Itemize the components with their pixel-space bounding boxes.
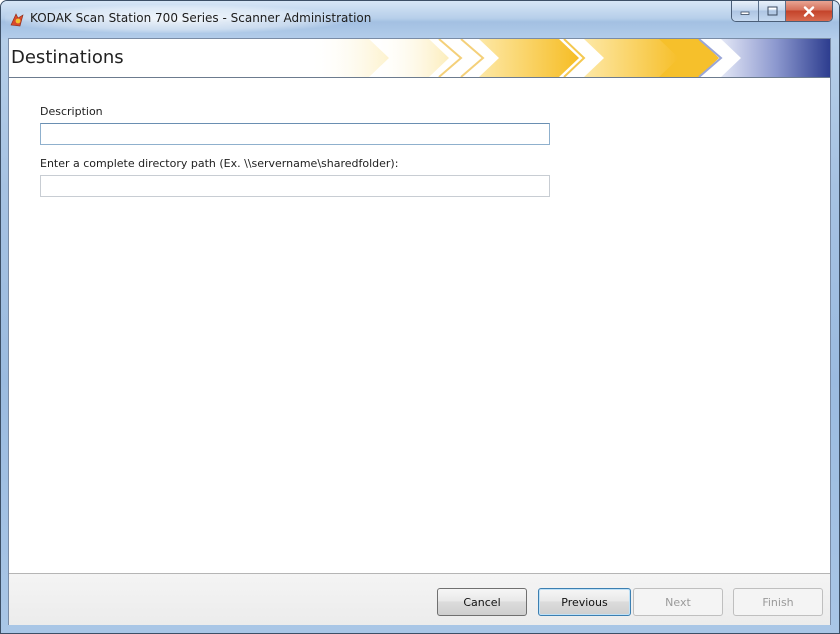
minimize-icon xyxy=(740,11,750,15)
description-label: Description xyxy=(40,105,103,118)
wizard-client-area: Destinations Description Enter a complet… xyxy=(8,38,831,625)
caption-buttons xyxy=(731,1,833,22)
minimize-button[interactable] xyxy=(732,1,759,21)
page-title: Destinations xyxy=(11,47,124,68)
directory-path-input[interactable] xyxy=(40,175,550,197)
kodak-app-icon xyxy=(10,13,24,27)
wizard-header: Destinations xyxy=(9,39,830,78)
description-input[interactable] xyxy=(40,123,550,145)
finish-button[interactable]: Finish xyxy=(733,588,823,616)
wizard-footer: Cancel Previous Next Finish xyxy=(9,573,830,625)
cancel-button[interactable]: Cancel xyxy=(437,588,527,616)
application-window: KODAK Scan Station 700 Series - Scanner … xyxy=(0,0,840,634)
maximize-icon xyxy=(767,6,777,16)
progress-chevrons xyxy=(309,39,830,77)
title-bar[interactable]: KODAK Scan Station 700 Series - Scanner … xyxy=(1,1,839,39)
directory-path-label: Enter a complete directory path (Ex. \\s… xyxy=(40,157,399,170)
close-button[interactable] xyxy=(786,1,832,21)
maximize-button[interactable] xyxy=(759,1,786,21)
previous-button[interactable]: Previous xyxy=(538,588,631,616)
close-icon xyxy=(803,5,815,17)
next-button[interactable]: Next xyxy=(633,588,723,616)
window-title: KODAK Scan Station 700 Series - Scanner … xyxy=(30,11,372,25)
